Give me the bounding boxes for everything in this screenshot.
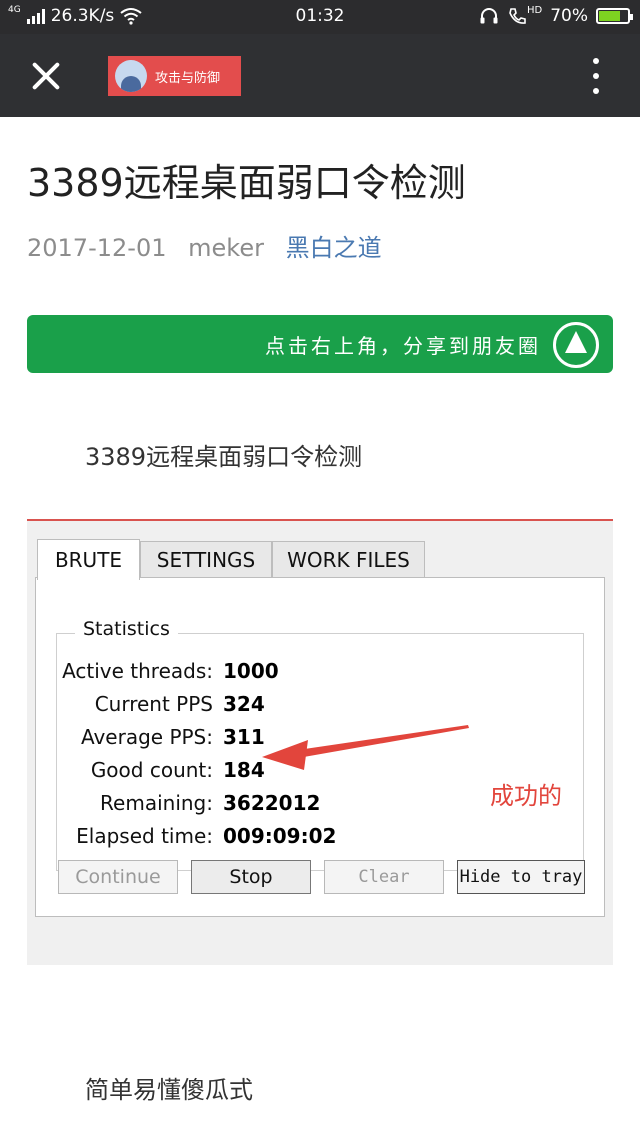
clear-button[interactable]: Clear bbox=[324, 860, 444, 894]
publish-date: 2017-12-01 bbox=[27, 234, 167, 262]
hd-label: HD bbox=[526, 4, 543, 16]
annotation-text: 成功的 bbox=[490, 782, 562, 810]
share-text: 点击右上角，分享到朋友圈 bbox=[265, 334, 541, 358]
share-banner[interactable]: 点击右上角，分享到朋友圈 bbox=[27, 315, 613, 373]
stop-button[interactable]: Stop bbox=[191, 860, 311, 894]
status-right: HD 70% bbox=[479, 4, 633, 26]
brute-panel: Statistics Active threads: 1000 Current P… bbox=[35, 577, 605, 917]
tab-work-files[interactable]: WORK FILES bbox=[272, 541, 425, 579]
arrow-up-icon bbox=[553, 322, 599, 368]
more-icon[interactable] bbox=[590, 58, 602, 94]
paragraph: 3389远程桌面弱口令检测 bbox=[85, 443, 363, 471]
article-meta: 2017-12-01 meker 黑白之道 bbox=[27, 228, 382, 263]
tab-settings[interactable]: SETTINGS bbox=[140, 541, 272, 579]
battery-percent: 70% bbox=[550, 6, 588, 26]
account-name: 攻击与防御 bbox=[155, 70, 221, 86]
tab-brute[interactable]: BRUTE bbox=[37, 539, 140, 580]
author: meker bbox=[188, 234, 264, 262]
article-title: 3389远程桌面弱口令检测 bbox=[27, 161, 466, 205]
paragraph: 简单易懂傻瓜式 bbox=[85, 1076, 253, 1104]
call-hd-icon bbox=[509, 8, 526, 24]
status-bar: 4G 26.3K/s 01:32 HD 70% bbox=[0, 0, 640, 34]
top-navigation-bar: 攻击与防御 bbox=[0, 34, 640, 117]
battery-icon bbox=[596, 8, 633, 24]
avatar bbox=[115, 60, 147, 92]
headset-icon bbox=[480, 8, 498, 24]
battery-fill bbox=[599, 11, 620, 21]
source-link[interactable]: 黑白之道 bbox=[286, 234, 382, 262]
account-badge[interactable]: 攻击与防御 bbox=[108, 56, 241, 96]
hide-to-tray-button[interactable]: Hide to tray bbox=[457, 860, 585, 894]
continue-button[interactable]: Continue bbox=[58, 860, 178, 894]
close-icon[interactable] bbox=[26, 56, 66, 96]
embedded-screenshot: BRUTE SETTINGS WORK FILES Statistics Act… bbox=[27, 519, 613, 965]
